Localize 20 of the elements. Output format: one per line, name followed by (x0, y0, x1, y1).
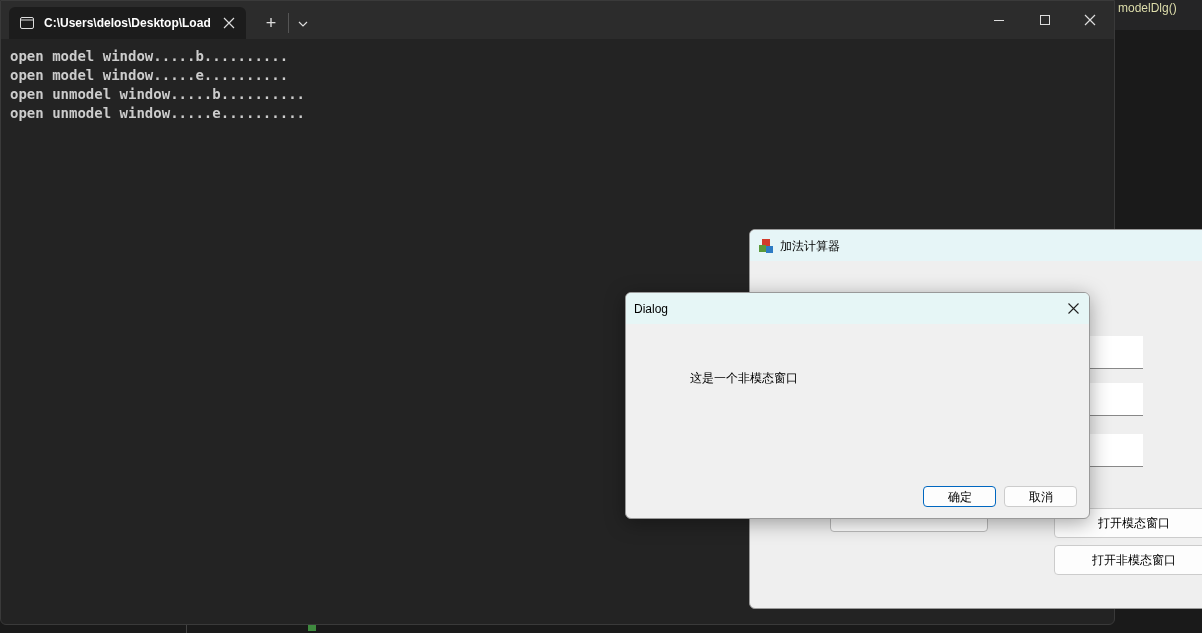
console-line: open model window.....b.......... (10, 47, 289, 66)
dialog-title: Dialog (634, 300, 669, 318)
dialog-button[interactable]: 取消 (1004, 486, 1077, 507)
terminal-tab[interactable]: C:\Users\delos\Desktop\Load (9, 7, 246, 39)
dialog-message: 这是一个非模态窗口 (690, 370, 798, 387)
console-line: open model window.....e.......... (10, 66, 289, 85)
window-title: 加法计算器 (780, 237, 840, 255)
code-text: modelDlg() (1118, 1, 1177, 15)
terminal-icon (20, 17, 34, 29)
open-modeless-button[interactable]: 打开非模态窗口 (1054, 545, 1202, 575)
console-line: open unmodel window.....e.......... (10, 104, 305, 123)
maximize-icon[interactable] (1040, 15, 1050, 25)
open-modal-button[interactable]: 打开模态窗口 (1054, 508, 1202, 538)
dialog-button[interactable]: 确定 (923, 486, 996, 507)
new-tab-button[interactable]: + (254, 7, 288, 39)
dropdown-icon[interactable] (298, 21, 308, 27)
close-icon[interactable] (1068, 303, 1079, 314)
console-line: open unmodel window.....b.......... (10, 85, 305, 104)
tab-title: C:\Users\delos\Desktop\Load (44, 15, 212, 32)
app-icon (758, 237, 774, 254)
